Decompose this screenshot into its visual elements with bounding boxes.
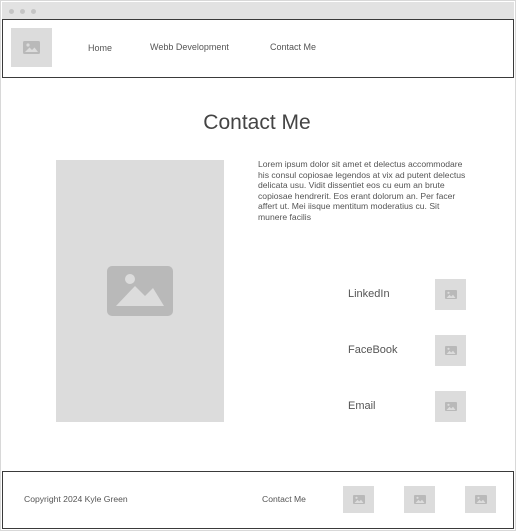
image-icon	[413, 495, 426, 504]
image-icon	[444, 402, 457, 411]
window-titlebar	[2, 2, 514, 19]
hero-image	[56, 160, 224, 422]
footer-social-button[interactable]	[343, 486, 374, 513]
copyright-text: Copyright 2024 Kyle Green	[24, 494, 128, 504]
linkedin-button[interactable]	[435, 279, 466, 310]
footer-social-button[interactable]	[404, 486, 435, 513]
facebook-button[interactable]	[435, 335, 466, 366]
image-icon	[107, 266, 173, 316]
intro-paragraph: Lorem ipsum dolor sit amet et delectus a…	[258, 159, 466, 222]
email-button[interactable]	[435, 391, 466, 422]
image-icon	[352, 495, 365, 504]
logo[interactable]	[11, 28, 52, 67]
window-dot[interactable]	[9, 9, 14, 14]
nav-webb-development[interactable]: Webb Development	[150, 42, 229, 52]
image-icon	[474, 495, 487, 504]
email-label[interactable]: Email	[348, 400, 376, 412]
footer-contact-link[interactable]: Contact Me	[262, 494, 306, 504]
nav-home[interactable]: Home	[88, 43, 112, 53]
image-icon	[23, 41, 40, 54]
nav-contact-me[interactable]: Contact Me	[270, 42, 316, 52]
site-header: Home Webb Development Contact Me	[2, 19, 514, 78]
facebook-label[interactable]: FaceBook	[348, 344, 398, 356]
page-title: Contact Me	[203, 111, 311, 134]
image-icon	[444, 290, 457, 299]
window-dot[interactable]	[20, 9, 25, 14]
linkedin-label[interactable]: LinkedIn	[348, 288, 390, 300]
site-footer: Copyright 2024 Kyle Green Contact Me	[2, 471, 514, 529]
footer-social-button[interactable]	[465, 486, 496, 513]
window-dot[interactable]	[31, 9, 36, 14]
image-icon	[444, 346, 457, 355]
